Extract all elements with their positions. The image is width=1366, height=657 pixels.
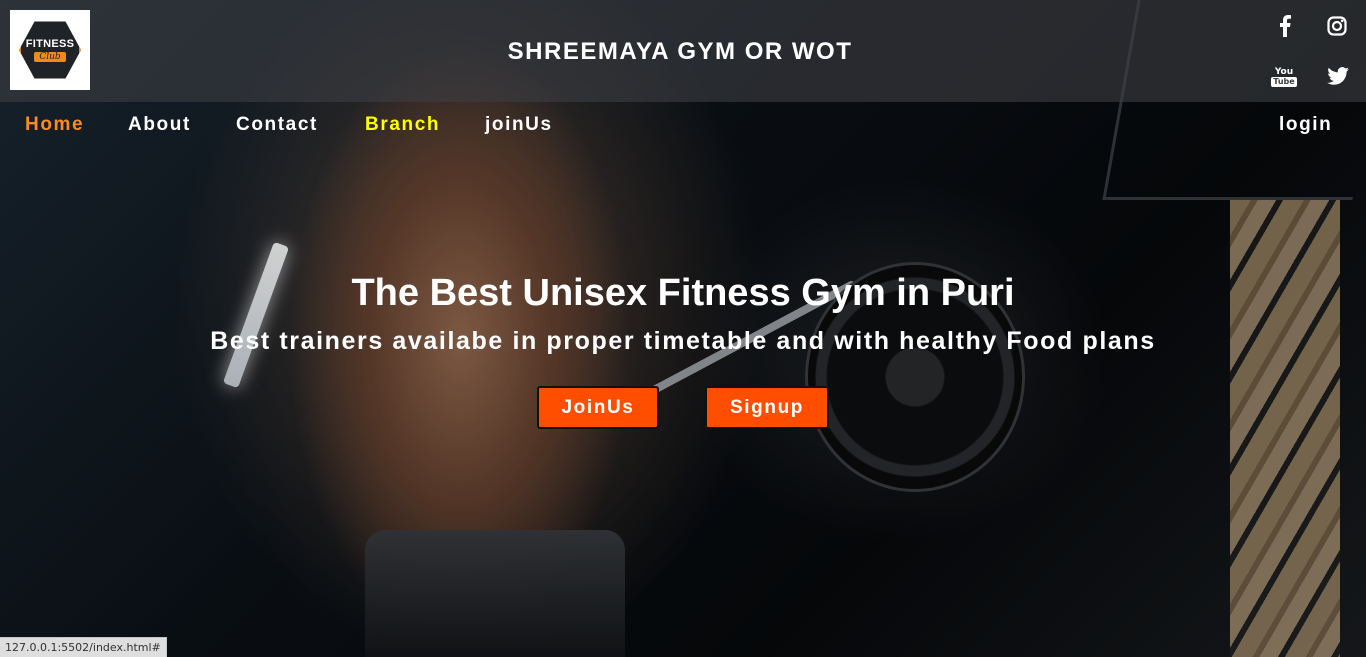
logo[interactable]: FITNESS Club bbox=[10, 10, 90, 90]
joinus-button[interactable]: JoinUs bbox=[537, 386, 659, 429]
logo-main-text: FITNESS bbox=[25, 38, 75, 50]
nav-joinus[interactable]: joinUs bbox=[485, 114, 553, 136]
nav-about[interactable]: About bbox=[128, 114, 191, 136]
status-bar-url: 127.0.0.1:5502/index.html# bbox=[0, 637, 167, 657]
hero-subtitle: Best trainers availabe in proper timetab… bbox=[210, 327, 1156, 355]
youtube-icon[interactable]: You Tube bbox=[1271, 64, 1297, 90]
nav-login[interactable]: login bbox=[1279, 114, 1332, 136]
main-nav: Home About Contact Branch joinUs login bbox=[0, 114, 1366, 144]
facebook-icon[interactable] bbox=[1276, 14, 1294, 38]
nav-branch[interactable]: Branch bbox=[365, 114, 440, 136]
nav-home[interactable]: Home bbox=[25, 114, 84, 136]
logo-badge: FITNESS Club bbox=[19, 21, 81, 79]
site-title: SHREEMAYA GYM OR WOT bbox=[507, 38, 853, 65]
youtube-label-bottom: Tube bbox=[1271, 77, 1297, 87]
signup-button[interactable]: Signup bbox=[705, 386, 829, 429]
twitter-icon[interactable] bbox=[1327, 66, 1349, 86]
logo-sub-text: Club bbox=[34, 52, 66, 62]
nav-contact[interactable]: Contact bbox=[236, 114, 318, 136]
hero-title: The Best Unisex Fitness Gym in Puri bbox=[351, 272, 1015, 314]
page-scroll-area bbox=[1332, 102, 1366, 657]
instagram-icon[interactable] bbox=[1326, 15, 1348, 37]
youtube-label-top: You bbox=[1274, 67, 1294, 77]
